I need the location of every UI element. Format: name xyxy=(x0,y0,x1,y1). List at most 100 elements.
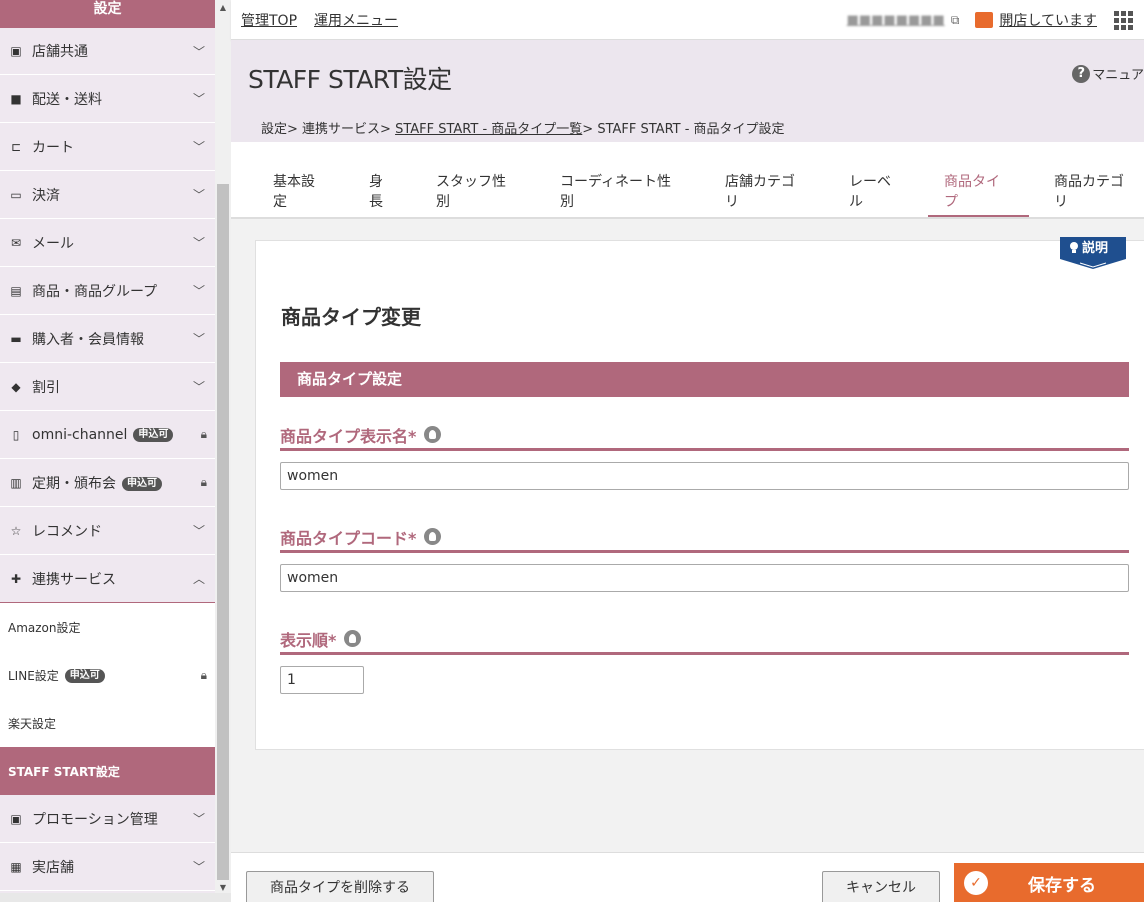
tab-product-type[interactable]: 商品タイプ xyxy=(928,168,1029,217)
chevron-down-icon: ﹀ xyxy=(192,140,205,154)
apply-badge: 申込可 xyxy=(133,427,174,442)
tab-label: コーディネート性 xyxy=(560,174,672,190)
sidebar: 設定 ▣ 店舗共通 ﹀ ■ 配送・送料 ﹀ ⊏ カート ﹀ ▭ 決済 ﹀ ✉ メ… xyxy=(0,0,215,902)
sidebar-item-label: 購入者・会員情報 xyxy=(32,331,144,348)
tab-label: 商品カテゴ xyxy=(1054,174,1124,190)
calendar-icon: ▥ xyxy=(10,475,22,490)
tab-label: 身 xyxy=(369,174,383,190)
sidebar-item-label: プロモーション管理 xyxy=(32,811,158,828)
sidebar-item-label: 商品・商品グループ xyxy=(32,283,158,300)
chevron-down-icon: ﹀ xyxy=(192,188,205,202)
tab-label: リ xyxy=(1054,194,1068,210)
sidebar-item-members[interactable]: ▬ 購入者・会員情報 ﹀ xyxy=(0,315,215,363)
display-name-input[interactable] xyxy=(280,462,1129,490)
sidebar-subitem-text: LINE設定 xyxy=(8,668,59,683)
tab-label[interactable]: レーベル xyxy=(849,168,891,217)
manual-link[interactable]: ? マニュア xyxy=(1072,64,1144,83)
sidebar-item-omni-channel[interactable]: ▯ omni-channel 申込可 🔒︎ xyxy=(0,411,215,459)
sidebar-item-text: omni-channel xyxy=(32,426,128,443)
chevron-down-icon: ﹀ xyxy=(192,44,205,59)
footer-bar: 商品タイプを削除する キャンセル ✓ 保存する xyxy=(231,852,1144,902)
admin-top-link[interactable]: 管理TOP xyxy=(241,10,297,30)
horizontal-scrollbar[interactable] xyxy=(0,893,231,902)
sidebar-item-integrations[interactable]: ✚ 連携サービス ︿ xyxy=(0,555,215,603)
sidebar-subitem-label: LINE設定 申込可 xyxy=(8,667,201,684)
apply-badge: 申込可 xyxy=(122,476,162,491)
product-icon: ▤ xyxy=(10,283,22,298)
tab-label: プ xyxy=(944,194,958,210)
hint-bulb-icon[interactable] xyxy=(424,426,442,443)
sidebar-item-payment[interactable]: ▭ 決済 ﹀ xyxy=(0,171,215,219)
sort-order-input[interactable] xyxy=(280,666,364,694)
tab-label-text: ル xyxy=(849,194,863,210)
tab-bar: 基本設定 身長 スタッフ性別 コーディネート性別 店舗カテゴリ レーベル 商品タ… xyxy=(231,142,1144,219)
page-title: STAFF START設定 xyxy=(248,65,452,94)
cancel-button[interactable]: キャンセル xyxy=(822,871,940,902)
sidebar-item-subscription[interactable]: ▥ 定期・頒布会 申込可 🔒︎ xyxy=(0,459,215,507)
sidebar-item-label: 店舗共通 xyxy=(32,44,88,60)
explanation-label: 説明 xyxy=(1082,240,1108,256)
tab-basic-settings[interactable]: 基本設定 xyxy=(273,168,315,217)
save-button[interactable]: ✓ 保存する xyxy=(954,863,1144,902)
storefront-icon xyxy=(975,12,994,28)
hint-bulb-icon[interactable] xyxy=(424,528,442,545)
tab-store-category[interactable]: 店舗カテゴリ xyxy=(725,168,795,217)
sidebar-item-discount[interactable]: ◆ 割引 ﹀ xyxy=(0,363,215,411)
store-status-label: 開店しています xyxy=(999,13,1097,29)
id-card-icon: ▬ xyxy=(10,331,22,346)
breadcrumb-link-product-type-list[interactable]: STAFF START - 商品タイプ一覧 xyxy=(395,122,582,137)
app-grid-icon[interactable] xyxy=(1114,11,1134,30)
sidebar-subitem-rakuten[interactable]: 楽天設定 xyxy=(0,699,215,747)
type-code-input[interactable] xyxy=(280,564,1129,592)
sidebar-item-label: 連携サービス xyxy=(32,571,116,588)
shop-name-link[interactable]: ■■■■■■■■ xyxy=(847,13,945,28)
chevron-down-icon: ﹀ xyxy=(192,284,205,298)
tab-label: リ xyxy=(725,194,739,210)
main-area: 管理TOP 運用メニュー ■■■■■■■■ ⧉ 開店しています STAFF ST… xyxy=(231,0,1144,902)
sidebar-item-label: メール xyxy=(32,235,74,252)
delete-product-type-button[interactable]: 商品タイプを削除する xyxy=(246,871,434,902)
breadcrumb: 設定> 連携サービス> STAFF START - 商品タイプ一覧> STAFF… xyxy=(261,118,785,137)
panel-title: 商品タイプ変更 xyxy=(281,305,421,329)
field-label-text: 表示順* xyxy=(280,630,337,650)
edit-panel: 説明 商品タイプ変更 商品タイプ設定 商品タイプ表示名* 商品タイプコード* 表… xyxy=(255,237,1144,750)
sidebar-item-physical-store[interactable]: ▦ 実店舗 ﹀ xyxy=(0,843,215,891)
sidebar-item-products[interactable]: ▤ 商品・商品グループ ﹀ xyxy=(0,267,215,315)
explanation-badge-icon: 説明 xyxy=(1060,237,1126,269)
scroll-up-icon[interactable]: ▲ xyxy=(215,0,231,16)
section-header: 商品タイプ設定 xyxy=(280,362,1129,397)
field-label-text: 商品タイプコード* xyxy=(280,528,417,548)
ops-menu-link[interactable]: 運用メニュー xyxy=(314,10,398,30)
chevron-up-icon: ︿ xyxy=(192,572,205,586)
sidebar-item-promotion[interactable]: ▣ プロモーション管理 ﹀ xyxy=(0,795,215,843)
store-status-link[interactable]: 開店しています xyxy=(975,10,1097,30)
sidebar-item-mail[interactable]: ✉ メール ﹀ xyxy=(0,219,215,267)
tab-staff-gender[interactable]: スタッフ性別 xyxy=(436,168,506,217)
sidebar-subitem-staff-start[interactable]: STAFF START設定 xyxy=(0,747,215,795)
help-icon: ? xyxy=(1072,64,1091,83)
sidebar-item-text: 定期・頒布会 xyxy=(32,475,116,492)
sidebar-subitem-line[interactable]: LINE設定 申込可 🔒︎ xyxy=(0,651,215,699)
sidebar-subitem-label: 楽天設定 xyxy=(8,716,57,731)
field-label-type-code: 商品タイプコード* xyxy=(280,523,1129,553)
tag-icon: ◆ xyxy=(11,379,21,394)
explanation-button[interactable]: 説明 xyxy=(1058,235,1128,273)
sidebar-item-label: レコメンド xyxy=(32,523,102,540)
store-icon: ▦ xyxy=(10,859,22,874)
sidebar-subitem-amazon[interactable]: Amazon設定 xyxy=(0,603,215,651)
sidebar-item-recommend[interactable]: ☆ レコメンド ﹀ xyxy=(0,507,215,555)
sidebar-item-cart[interactable]: ⊏ カート ﹀ xyxy=(0,123,215,171)
lock-icon: 🔒︎ xyxy=(200,667,207,682)
hint-bulb-icon[interactable] xyxy=(344,630,362,647)
save-label: 保存する xyxy=(1028,875,1096,896)
pr-icon: ▣ xyxy=(10,811,22,826)
sidebar-item-store-common[interactable]: ▣ 店舗共通 ﹀ xyxy=(0,28,215,75)
tab-coordinate-gender[interactable]: コーディネート性別 xyxy=(560,168,671,217)
sidebar-item-shipping[interactable]: ■ 配送・送料 ﹀ xyxy=(0,75,215,123)
external-link-icon[interactable]: ⧉ xyxy=(951,13,960,28)
field-label-sort-order: 表示順* xyxy=(280,625,1129,655)
tab-product-category[interactable]: 商品カテゴリ xyxy=(1054,168,1124,217)
scrollbar-thumb[interactable] xyxy=(217,184,229,880)
tab-height[interactable]: 身長 xyxy=(369,168,383,217)
sidebar-scrollbar[interactable]: ▲ ▼ xyxy=(215,0,231,902)
